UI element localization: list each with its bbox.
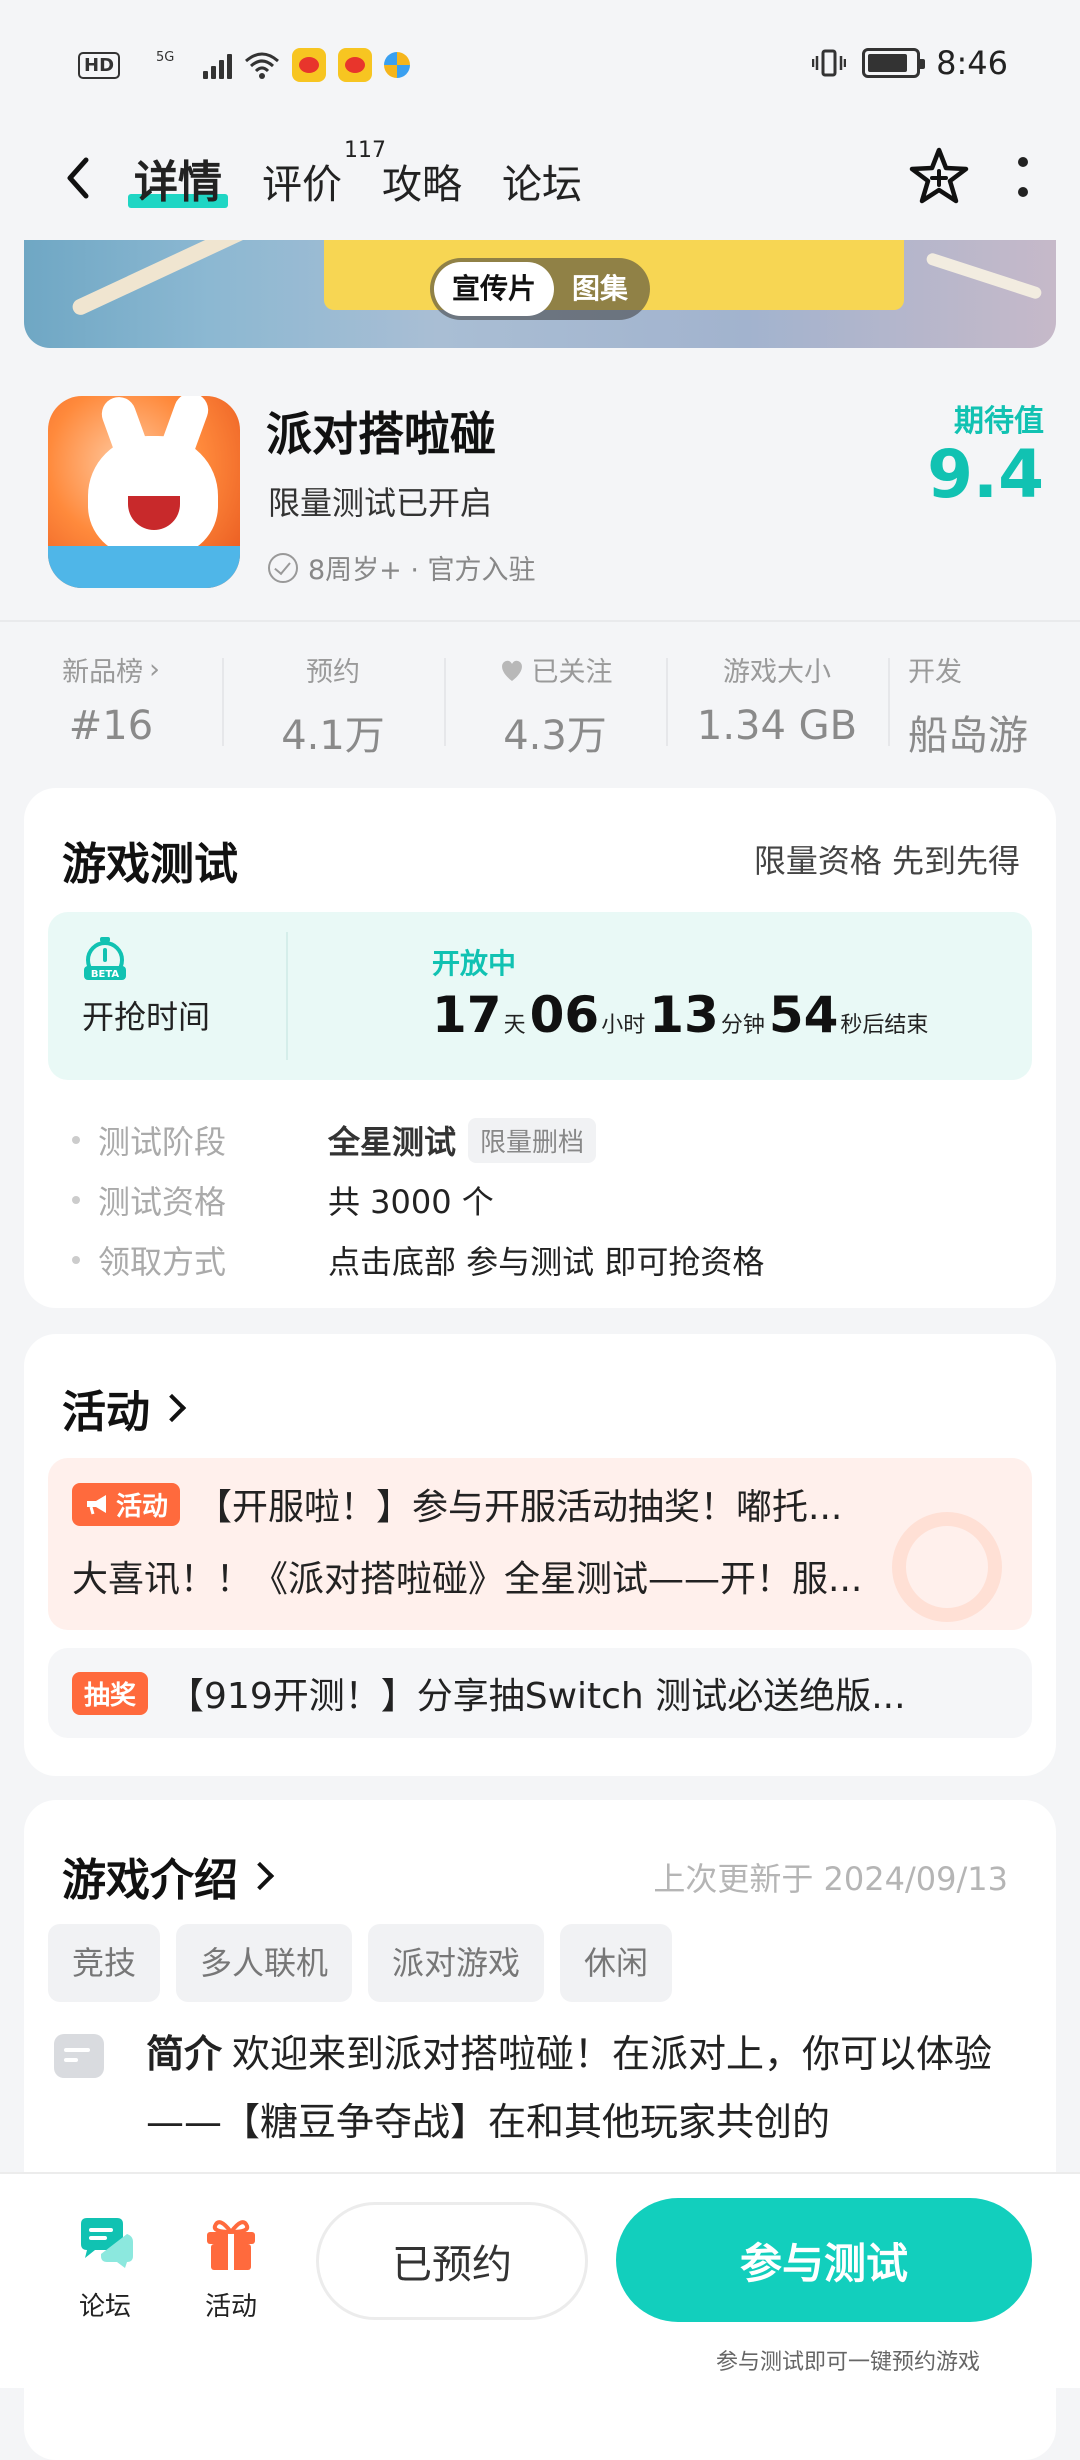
weibo-notification-icon — [292, 48, 327, 82]
chevron-right-icon — [245, 1861, 275, 1891]
stat-reservations: 预约 4.1万 — [222, 640, 444, 770]
genre-tag[interactable]: 休闲 — [560, 1924, 673, 2002]
genre-tag[interactable]: 派对游戏 — [368, 1924, 545, 2002]
stats-row: 新品榜 › #16 预约 4.1万 已关注 4.3万 游戏大小 1.34 GB 开… — [0, 640, 1080, 770]
stat-rank[interactable]: 新品榜 › #16 — [0, 640, 222, 770]
test-detail-row: 测试阶段 全星测试 限量删档 — [72, 1110, 764, 1170]
media-segment-control: 宣传片 图集 — [429, 258, 651, 320]
vibrate-icon — [812, 49, 847, 77]
test-type-pill: 限量删档 — [468, 1117, 597, 1163]
weibo-notification-icon — [338, 48, 373, 82]
cell-signal-icon: 5G — [132, 51, 233, 79]
expectation-score: 期待值 9.4 — [927, 404, 1044, 513]
megaphone-icon — [87, 1495, 106, 1515]
tab-bar: 详情 评价 117 攻略 论坛 — [128, 138, 582, 220]
open-status: 开放中 — [432, 947, 517, 980]
star-add-icon[interactable] — [906, 144, 972, 210]
last-updated: 上次更新于 2024/09/13 — [653, 1860, 1008, 1898]
tab-forum[interactable]: 论坛 — [502, 152, 582, 220]
stat-size: 游戏大小 1.34 GB — [666, 640, 888, 770]
test-tagline: 限量资格 先到先得 — [753, 842, 1020, 880]
segment-video[interactable]: 宣传片 — [433, 262, 554, 316]
back-arrow-icon[interactable] — [58, 148, 98, 208]
tag-list: 竞技 多人联机 派对游戏 休闲 — [48, 1924, 673, 2002]
chevron-right-icon: › — [149, 654, 160, 685]
activity-item[interactable]: 抽奖 【919开测！】分享抽Switch 测试必送绝版... — [48, 1648, 1032, 1738]
intro-text[interactable]: 简介 欢迎来到派对搭啦碰！在派对上，你可以体验——【糖豆争夺战】在和其他玩家共创的 — [146, 2020, 1026, 2156]
wifi-icon — [245, 52, 280, 79]
gift-icon — [207, 2220, 255, 2270]
app-icon — [48, 396, 240, 588]
document-icon — [54, 2034, 104, 2078]
top-nav: 详情 评价 117 攻略 论坛 — [0, 130, 1080, 240]
app-name: 派对搭啦碰 — [266, 407, 496, 461]
forum-chat-icon — [81, 2218, 133, 2268]
join-test-button[interactable]: 参与测试 — [616, 2198, 1032, 2322]
tab-guides[interactable]: 攻略 — [382, 152, 462, 220]
hd-indicator: HD — [78, 51, 121, 79]
tab-details[interactable]: 详情 — [128, 146, 228, 220]
reserved-button[interactable]: 已预约 — [316, 2202, 588, 2320]
game-test-card: 游戏测试 限量资格 先到先得 BETA 开抢时间 开放中 17 天 06 小时 13… — [24, 788, 1056, 1308]
activities-card: 活动 活动 【开服啦！】参与开服活动抽奖！嘟托... 大喜讯！！《派对搭啦碰》全… — [24, 1334, 1056, 1776]
countdown-panel: BETA 开抢时间 开放中 17 天 06 小时 13 分钟 54 秒后结束 — [48, 912, 1032, 1080]
activity-badge: 活动 — [72, 1482, 181, 1526]
clock: 8:46 — [936, 44, 1008, 82]
divider — [0, 620, 1080, 622]
chevron-right-icon — [157, 1393, 187, 1423]
test-detail-row: 领取方式 点击底部 参与测试 即可抢资格 — [72, 1230, 764, 1290]
more-options-icon[interactable] — [1016, 157, 1030, 197]
genre-tag[interactable]: 竞技 — [48, 1924, 161, 2002]
tab-reviews[interactable]: 评价 117 — [262, 138, 386, 220]
watermark-icon — [892, 1512, 1002, 1622]
activities-header[interactable]: 活动 — [62, 1376, 187, 1440]
forum-button[interactable]: 论坛 — [60, 2212, 150, 2323]
test-detail-row: 测试资格 共 3000 个 — [72, 1170, 764, 1230]
stat-developer[interactable]: 开发 船岛游 — [888, 640, 1028, 770]
beta-timer-icon: BETA — [84, 937, 126, 980]
app-meta: 8周岁+ · 官方入驻 — [268, 548, 536, 587]
intro-header[interactable]: 游戏介绍 — [62, 1844, 275, 1908]
lottery-badge: 抽奖 — [72, 1671, 149, 1715]
app-subtitle: 限量测试已开启 — [268, 484, 493, 522]
verified-check-icon — [268, 552, 298, 583]
svg-text:BETA: BETA — [91, 969, 119, 980]
pinwheel-notification-icon — [384, 52, 411, 78]
section-title: 游戏测试 — [62, 839, 238, 890]
status-bar: HD 5G 8:46 — [0, 0, 1080, 130]
genre-tag[interactable]: 多人联机 — [176, 1924, 353, 2002]
heart-icon — [501, 660, 522, 681]
bottom-action-bar: 论坛 活动 已预约 参与测试 参与测试即可一键预约游戏 — [0, 2172, 1080, 2388]
battery-icon — [862, 48, 926, 78]
activity-button[interactable]: 活动 — [186, 2212, 276, 2323]
stat-follows[interactable]: 已关注 4.3万 — [444, 640, 666, 770]
activity-item[interactable]: 活动 【开服啦！】参与开服活动抽奖！嘟托... 大喜讯！！《派对搭啦碰》全星测试… — [48, 1458, 1032, 1630]
grab-time-label: 开抢时间 — [82, 998, 211, 1036]
review-count-badge: 117 — [344, 138, 386, 163]
test-details: 测试阶段 全星测试 限量删档 测试资格 共 3000 个 领取方式 点击底部 参与… — [72, 1110, 764, 1290]
countdown: 17 天 06 小时 13 分钟 54 秒后结束 — [432, 986, 929, 1044]
join-hint: 参与测试即可一键预约游戏 — [716, 2350, 981, 2375]
segment-gallery[interactable]: 图集 — [554, 262, 646, 316]
media-banner[interactable]: 宣传片 图集 — [24, 240, 1056, 348]
